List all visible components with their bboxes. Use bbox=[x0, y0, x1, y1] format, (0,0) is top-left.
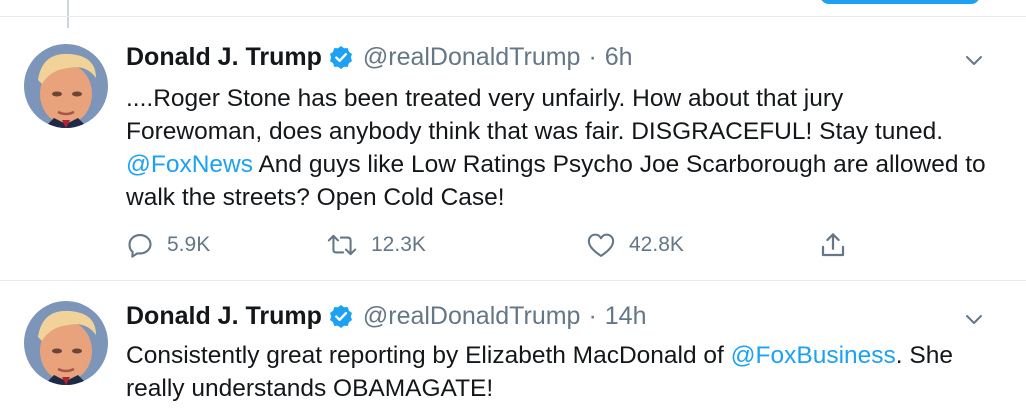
retweet-count: 12.3K bbox=[371, 233, 426, 256]
reply-button[interactable]: 5.9K bbox=[126, 228, 210, 262]
retweet-button[interactable]: 12.3K bbox=[326, 228, 426, 262]
separator-dot: · bbox=[588, 42, 597, 71]
tweet-header: Donald J. Trump @realDonaldTrump · 6h bbox=[126, 40, 633, 74]
like-button[interactable]: 42.8K bbox=[586, 228, 684, 262]
verified-badge-icon bbox=[329, 46, 352, 69]
mention-link[interactable]: @FoxNews bbox=[126, 151, 253, 178]
share-icon bbox=[821, 233, 845, 257]
timestamp[interactable]: 6h bbox=[605, 43, 633, 72]
follow-button[interactable] bbox=[820, 0, 980, 4]
verified-badge-icon bbox=[329, 305, 352, 328]
share-button[interactable] bbox=[818, 228, 848, 262]
separator-dot: · bbox=[588, 301, 597, 330]
reply-count: 5.9K bbox=[167, 233, 211, 256]
tweet-text: Consistently great reporting by Elizabet… bbox=[126, 339, 986, 405]
like-count: 42.8K bbox=[629, 233, 684, 256]
previous-tweet-remnant bbox=[0, 0, 1026, 28]
mention-link[interactable]: @FoxBusiness bbox=[731, 342, 896, 369]
divider bbox=[0, 280, 1026, 281]
chevron-down-icon[interactable] bbox=[962, 307, 986, 331]
tweet-header: Donald J. Trump @realDonaldTrump · 14h bbox=[126, 299, 647, 333]
tweet[interactable]: Donald J. Trump @realDonaldTrump · 14h C… bbox=[0, 299, 1026, 416]
tweet-actions: 5.9K 12.3K 42.8K bbox=[126, 228, 866, 262]
divider bbox=[0, 16, 1026, 17]
handle[interactable]: @realDonaldTrump bbox=[363, 43, 581, 72]
handle[interactable]: @realDonaldTrump bbox=[363, 302, 581, 331]
timestamp[interactable]: 14h bbox=[605, 302, 647, 331]
like-icon bbox=[587, 233, 615, 257]
chevron-down-icon[interactable] bbox=[962, 48, 986, 72]
reply-icon bbox=[128, 234, 152, 258]
tweet-text: ....Roger Stone has been treated very un… bbox=[126, 82, 986, 214]
avatar[interactable] bbox=[24, 44, 108, 128]
retweet-icon bbox=[327, 234, 357, 256]
thread-line bbox=[67, 0, 69, 28]
tweet-text-part: Consistently great reporting by Elizabet… bbox=[126, 342, 731, 369]
display-name[interactable]: Donald J. Trump bbox=[126, 43, 322, 72]
tweet-text-part: And guys like Low Ratings Psycho Joe Sca… bbox=[126, 151, 986, 211]
tweet-text-part: ....Roger Stone has been treated very un… bbox=[126, 85, 944, 145]
display-name[interactable]: Donald J. Trump bbox=[126, 302, 322, 331]
tweet[interactable]: Donald J. Trump @realDonaldTrump · 6h ..… bbox=[0, 40, 1026, 280]
avatar[interactable] bbox=[24, 301, 108, 385]
